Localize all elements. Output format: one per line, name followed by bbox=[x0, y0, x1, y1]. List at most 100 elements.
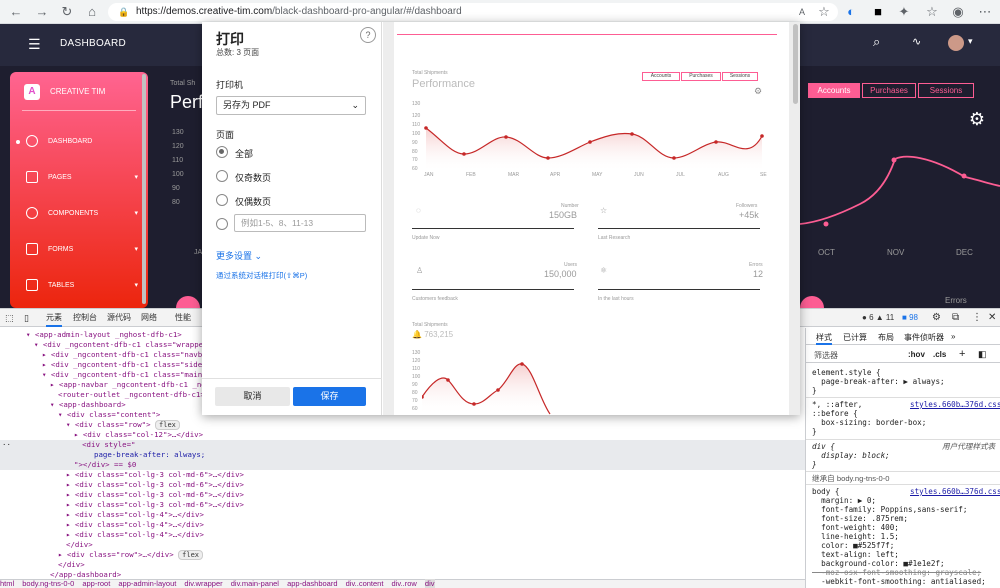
tab-elements[interactable]: 元素 bbox=[46, 309, 62, 327]
sidebar-item-tables[interactable]: TABLES ▾ bbox=[26, 278, 138, 294]
star-icon[interactable]: ☆ bbox=[816, 4, 832, 20]
tab-console[interactable]: 控制台 bbox=[73, 309, 97, 327]
x-tick: DEC bbox=[956, 248, 973, 257]
sidebar-item-forms[interactable]: FORMS ▾ bbox=[26, 242, 138, 258]
puzzle-icon[interactable]: ✦ bbox=[896, 4, 912, 20]
dom-node[interactable]: ▸ <div class="col-lg-3 col-md-6">…</div> bbox=[0, 490, 805, 500]
tab-accounts[interactable]: Accounts bbox=[808, 83, 860, 98]
toggle-sidebar-icon[interactable]: ◧ bbox=[978, 349, 987, 360]
device-icon[interactable]: ▯ bbox=[24, 309, 29, 327]
dom-node[interactable]: ▸ <div class="col-lg-3 col-md-6">…</div> bbox=[0, 480, 805, 490]
more-settings-link[interactable]: 更多设置 ⌄ bbox=[216, 249, 262, 262]
rule-line: } bbox=[812, 386, 817, 395]
extension-red-icon[interactable]: ■ bbox=[870, 4, 886, 20]
rule-line[interactable]: -webkit-font-smoothing: antialiased; bbox=[812, 577, 986, 586]
rule-line[interactable]: margin: ▶ 0; bbox=[812, 496, 876, 505]
more-tabs-icon[interactable]: » bbox=[951, 332, 955, 341]
rule-line[interactable]: font-family: Poppins,sans-serif; bbox=[812, 505, 967, 514]
tab-sessions[interactable]: Sessions bbox=[918, 83, 974, 98]
dom-node[interactable]: ▾ <div class="row"> flex bbox=[0, 420, 805, 430]
close-icon[interactable]: ✕ bbox=[988, 309, 996, 327]
sidebar-item-components[interactable]: COMPONENTS ▾ bbox=[26, 206, 138, 222]
pages-label: 页面 bbox=[216, 130, 235, 140]
filter-input[interactable]: 筛选器 bbox=[814, 350, 838, 361]
radio-even[interactable] bbox=[216, 194, 228, 206]
favorites-icon[interactable]: ☆ bbox=[924, 4, 940, 20]
profile-icon[interactable]: ◉ bbox=[950, 4, 966, 20]
caret-down-icon[interactable]: ▾ bbox=[968, 36, 973, 47]
tab-styles[interactable]: 样式 bbox=[816, 332, 832, 345]
forward-icon[interactable]: → bbox=[34, 4, 50, 20]
rule-line[interactable]: page-break-after: ▶ always; bbox=[812, 377, 944, 386]
rule-line[interactable]: line-height: 1.5; bbox=[812, 532, 899, 541]
radio-odd[interactable] bbox=[216, 170, 228, 182]
rule-line[interactable]: -moz-osx-font-smoothing: grayscale; bbox=[812, 568, 981, 577]
tab-sources[interactable]: 源代码 bbox=[107, 309, 131, 327]
dom-node[interactable]: ▸ <div class="col-lg-3 col-md-6">…</div> bbox=[0, 470, 805, 480]
search-icon[interactable]: ⌕ bbox=[873, 34, 880, 50]
tab-network[interactable]: 网络 bbox=[141, 309, 157, 327]
sidebar-item-pages[interactable]: PAGES ▾ bbox=[26, 170, 138, 186]
source-link[interactable]: styles.660b…376d.css:33 bbox=[910, 400, 1000, 409]
y-tick: 80 bbox=[412, 149, 418, 155]
radio-custom[interactable] bbox=[216, 218, 228, 230]
cls-toggle[interactable]: .cls bbox=[933, 350, 946, 359]
sidebar-scrollbar[interactable] bbox=[142, 74, 146, 304]
rule-line[interactable]: font-weight: 400; bbox=[812, 523, 899, 532]
error-count-badge[interactable]: ● 6 ▲ 11 bbox=[862, 309, 894, 327]
tab-purchases[interactable]: Purchases bbox=[862, 83, 916, 98]
rule-line[interactable]: color: ■#525f7f; bbox=[812, 541, 894, 550]
inspect-icon[interactable]: ⬚ bbox=[5, 309, 14, 327]
settings-gear-icon[interactable]: ⚙ bbox=[964, 106, 990, 132]
address-bar[interactable]: 🔒 https://demos.creative-tim.com/black-d… bbox=[108, 3, 838, 21]
add-rule-icon[interactable]: + bbox=[959, 348, 965, 360]
dom-node-text: <div style=" bbox=[82, 440, 136, 449]
tab-computed[interactable]: 已计算 bbox=[843, 332, 867, 343]
dom-node[interactable]: ▸ <div class="col-lg-3 col-md-6">…</div> bbox=[0, 500, 805, 510]
dom-node[interactable]: ▸ <div class="col-lg-4">…</div> bbox=[0, 530, 805, 540]
dom-node[interactable]: </div> bbox=[0, 560, 805, 570]
flex-badge[interactable]: flex bbox=[155, 420, 180, 430]
dock-icon[interactable]: ⧉ bbox=[952, 309, 959, 327]
printer-select[interactable]: 另存为 PDF ⌄ bbox=[216, 96, 366, 115]
more-icon[interactable]: ⋮ bbox=[972, 309, 982, 327]
tab-layout[interactable]: 布局 bbox=[878, 332, 894, 343]
home-icon[interactable]: ⌂ bbox=[84, 4, 100, 20]
back-icon[interactable]: ← bbox=[8, 4, 24, 20]
radio-all[interactable] bbox=[216, 146, 228, 158]
cancel-button[interactable]: 取消 bbox=[215, 387, 290, 406]
print-preview[interactable]: Total Shipments Performance Accounts Pur… bbox=[383, 22, 800, 415]
x-tick: AUG bbox=[718, 172, 729, 178]
hamburger-icon[interactable]: ☰ bbox=[28, 36, 41, 53]
save-button[interactable]: 保存 bbox=[293, 387, 366, 406]
hov-toggle[interactable]: :hov bbox=[908, 350, 925, 359]
dom-node[interactable]: </div> bbox=[0, 540, 805, 550]
help-icon[interactable]: ? bbox=[360, 27, 376, 43]
preview-scrollbar[interactable] bbox=[793, 24, 798, 104]
rule-line[interactable]: box-sizing: border-box; bbox=[812, 418, 926, 427]
flex-badge[interactable]: flex bbox=[178, 550, 204, 560]
system-dialog-link[interactable]: 通过系统对话框打印(⇧⌘P) bbox=[216, 270, 307, 281]
dom-node[interactable]: ▸ <div class="col-lg-4">…</div> bbox=[0, 510, 805, 520]
dom-node[interactable]: ▸ <div class="col-12">…</div> bbox=[0, 430, 805, 440]
avatar[interactable] bbox=[948, 35, 964, 51]
dom-node-text: <div _ngcontent-dfb-c1 class="wrapper"> bbox=[42, 340, 217, 349]
dom-node[interactable]: ▸ <div class="col-lg-4">…</div> bbox=[0, 520, 805, 530]
rule-line[interactable]: font-size: .875rem; bbox=[812, 514, 908, 523]
sidebar-item-dashboard[interactable]: DASHBOARD bbox=[16, 134, 138, 150]
stat-name: Number bbox=[561, 203, 579, 209]
rule-line[interactable]: text-align: left; bbox=[812, 550, 899, 559]
reload-icon[interactable]: ↻ bbox=[59, 4, 75, 20]
rule-line[interactable]: background-color: ■#1e1e2f; bbox=[812, 559, 944, 568]
tab-event-listeners[interactable]: 事件侦听器 bbox=[904, 332, 944, 343]
settings-icon[interactable]: ⚙ bbox=[932, 309, 941, 327]
activity-icon[interactable]: ∿ bbox=[912, 35, 921, 48]
reader-icon[interactable]: A bbox=[794, 4, 810, 20]
issues-badge[interactable]: ■ 98 bbox=[902, 309, 918, 327]
menu-icon[interactable]: ⋯ bbox=[977, 4, 993, 20]
page-range-input[interactable]: 例如1-5、8、11-13 bbox=[234, 214, 366, 232]
dom-node[interactable]: ▸ <div class="row">…</div> flex bbox=[0, 550, 805, 560]
source-link[interactable]: styles.660b…376d.css:33 bbox=[910, 487, 1000, 496]
tab-performance[interactable]: 性能 bbox=[175, 309, 191, 327]
extension-icon[interactable]: ◐ bbox=[843, 4, 859, 20]
